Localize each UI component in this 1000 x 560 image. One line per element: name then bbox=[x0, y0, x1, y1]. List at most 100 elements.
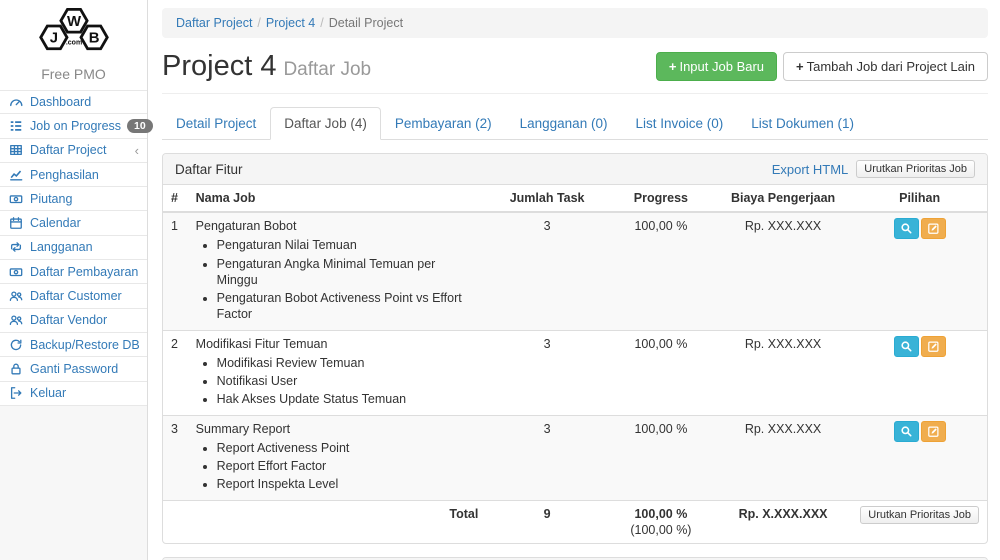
users-icon bbox=[9, 289, 23, 303]
sidebar-menu: DashboardJob on Progress10Daftar Project… bbox=[0, 90, 147, 406]
search-icon bbox=[900, 340, 913, 353]
header-actions: +Input Job Baru +Tambah Job dari Project… bbox=[656, 52, 988, 81]
panel-tools: Export HTML Urutkan Prioritas Job bbox=[772, 160, 975, 178]
sidebar-item-label: Piutang bbox=[30, 192, 72, 206]
column-header: # bbox=[163, 185, 188, 212]
job-name-cell: Modifikasi Fitur Temuan Modifikasi Revie… bbox=[188, 330, 487, 415]
jwb-logo-icon: W J B .com bbox=[21, 5, 127, 61]
subtask-list: Modifikasi Review TemuanNotifikasi UserH… bbox=[196, 355, 479, 408]
tab-daftar-job-4[interactable]: Daftar Job (4) bbox=[270, 107, 381, 140]
sidebar-item-calendar[interactable]: Calendar bbox=[0, 211, 147, 235]
app-window: W J B .com Free PMO DashboardJob on Prog… bbox=[0, 0, 1000, 560]
view-job-button[interactable] bbox=[894, 336, 919, 357]
view-job-button[interactable] bbox=[894, 421, 919, 442]
table-row: 1 Pengaturan Bobot Pengaturan Nilai Temu… bbox=[163, 212, 987, 330]
jumlah-task-cell: 3 bbox=[486, 212, 608, 330]
sidebar-item-daftar-project[interactable]: Daftar Project ‹ bbox=[0, 139, 147, 163]
edit-job-button[interactable] bbox=[921, 421, 946, 442]
column-header: Jumlah Task bbox=[486, 185, 608, 212]
sidebar-item-label: Daftar Project bbox=[30, 143, 106, 157]
job-name-cell: Summary Report Report Activeness Point Re… bbox=[188, 415, 487, 500]
logo-letter-j: J bbox=[49, 31, 57, 47]
list-icon bbox=[9, 119, 23, 133]
sidebar-item-ganti-password[interactable]: Ganti Password bbox=[0, 357, 147, 381]
row-number: 2 bbox=[163, 330, 188, 415]
retweet-icon bbox=[8, 240, 24, 254]
breadcrumb-item: Detail Project bbox=[329, 16, 403, 30]
total-tasks: 9 bbox=[486, 500, 608, 543]
panel-heading: Daftar Fitur Export HTML Urutkan Priorit… bbox=[163, 154, 987, 185]
sidebar-item-backup-restore-db[interactable]: Backup/Restore DB bbox=[0, 333, 147, 357]
total-cost: Rp. X.XXX.XXX bbox=[714, 500, 852, 543]
calendar-icon bbox=[9, 216, 23, 230]
table-header-row: #Nama JobJumlah TaskProgressBiaya Penger… bbox=[163, 185, 987, 212]
sidebar-item-daftar-pembayaran[interactable]: Daftar Pembayaran bbox=[0, 260, 147, 284]
sidebar-item-job-on-progress[interactable]: Job on Progress10 bbox=[0, 114, 147, 138]
tab-list-dokumen-1[interactable]: List Dokumen (1) bbox=[737, 107, 868, 140]
job-name: Modifikasi Fitur Temuan bbox=[196, 336, 479, 352]
column-header: Biaya Pengerjaan bbox=[714, 185, 852, 212]
tab-detail-project[interactable]: Detail Project bbox=[162, 107, 270, 140]
export-html-link[interactable]: Export HTML bbox=[772, 162, 849, 177]
urutkan-prioritas-job-button[interactable]: Urutkan Prioritas Job bbox=[860, 506, 979, 524]
tab-pembayaran-2[interactable]: Pembayaran (2) bbox=[381, 107, 506, 140]
total-pilihan: Urutkan Prioritas Job bbox=[852, 500, 987, 543]
sidebar-item-label: Backup/Restore DB bbox=[30, 338, 140, 352]
sidebar-item-keluar[interactable]: Keluar bbox=[0, 382, 147, 406]
sidebar-item-label: Dashboard bbox=[30, 95, 91, 109]
retweet-icon bbox=[9, 240, 23, 254]
job-name: Summary Report bbox=[196, 421, 479, 437]
calendar-icon bbox=[8, 216, 24, 230]
sidebar-item-daftar-customer[interactable]: Daftar Customer bbox=[0, 284, 147, 308]
edit-job-button[interactable] bbox=[921, 218, 946, 239]
breadcrumb-item[interactable]: Daftar Project bbox=[176, 16, 252, 30]
input-job-baru-button[interactable]: +Input Job Baru bbox=[656, 52, 777, 81]
line-chart-icon bbox=[8, 168, 24, 182]
sidebar-item-daftar-vendor[interactable]: Daftar Vendor bbox=[0, 309, 147, 333]
sidebar-item-label: Daftar Pembayaran bbox=[30, 265, 138, 279]
breadcrumb: Daftar Project/Project 4/Detail Project bbox=[162, 8, 988, 38]
pilihan-cell bbox=[852, 415, 987, 500]
search-icon bbox=[900, 425, 913, 438]
edit-icon bbox=[927, 340, 940, 353]
jumlah-task-cell: 3 bbox=[486, 415, 608, 500]
edit-job-button[interactable] bbox=[921, 336, 946, 357]
users-icon bbox=[9, 313, 23, 327]
sidebar-item-label: Ganti Password bbox=[30, 362, 118, 376]
subtask-item: Report Effort Factor bbox=[217, 458, 479, 474]
panel-daftar-fitur: Daftar Fitur Export HTML Urutkan Priorit… bbox=[162, 153, 988, 544]
sidebar-item-label: Keluar bbox=[30, 386, 66, 400]
column-header: Pilihan bbox=[852, 185, 987, 212]
subtask-item: Hak Akses Update Status Temuan bbox=[217, 391, 479, 407]
row-number: 1 bbox=[163, 212, 188, 330]
logo-suffix: .com bbox=[65, 39, 81, 46]
view-job-button[interactable] bbox=[894, 218, 919, 239]
urutkan-prioritas-job-button[interactable]: Urutkan Prioritas Job bbox=[856, 160, 975, 178]
subtask-item: Report Activeness Point bbox=[217, 440, 479, 456]
progress-cell: 100,00 % bbox=[608, 415, 714, 500]
lock-icon bbox=[9, 362, 23, 376]
biaya-cell: Rp. XXX.XXX bbox=[714, 330, 852, 415]
sidebar-item-label: Calendar bbox=[30, 216, 81, 230]
biaya-cell: Rp. XXX.XXX bbox=[714, 415, 852, 500]
panel-title: Daftar Fitur bbox=[175, 162, 243, 177]
refresh-icon bbox=[9, 338, 23, 352]
sidebar-item-dashboard[interactable]: Dashboard bbox=[0, 90, 147, 114]
jumlah-task-cell: 3 bbox=[486, 330, 608, 415]
logo-letter-w: W bbox=[66, 14, 81, 30]
tab-langganan-0[interactable]: Langganan (0) bbox=[506, 107, 622, 140]
logo-letter-b: B bbox=[88, 31, 99, 47]
sidebar-item-label: Job on Progress bbox=[30, 119, 121, 133]
subtask-item: Pengaturan Nilai Temuan bbox=[217, 237, 479, 253]
tab-list-invoice-0[interactable]: List Invoice (0) bbox=[621, 107, 737, 140]
job-name: Pengaturan Bobot bbox=[196, 218, 479, 234]
users-icon bbox=[8, 313, 24, 327]
sidebar-item-penghasilan[interactable]: Penghasilan bbox=[0, 163, 147, 187]
chevron-left-icon: ‹ bbox=[135, 144, 139, 157]
sidebar-item-label: Daftar Vendor bbox=[30, 313, 107, 327]
sidebar-item-piutang[interactable]: Piutang bbox=[0, 187, 147, 211]
tambah-job-dari-project-lain-button[interactable]: +Tambah Job dari Project Lain bbox=[783, 52, 988, 81]
sidebar: W J B .com Free PMO DashboardJob on Prog… bbox=[0, 0, 148, 560]
sidebar-item-langganan[interactable]: Langganan bbox=[0, 236, 147, 260]
breadcrumb-item[interactable]: Project 4 bbox=[266, 16, 315, 30]
